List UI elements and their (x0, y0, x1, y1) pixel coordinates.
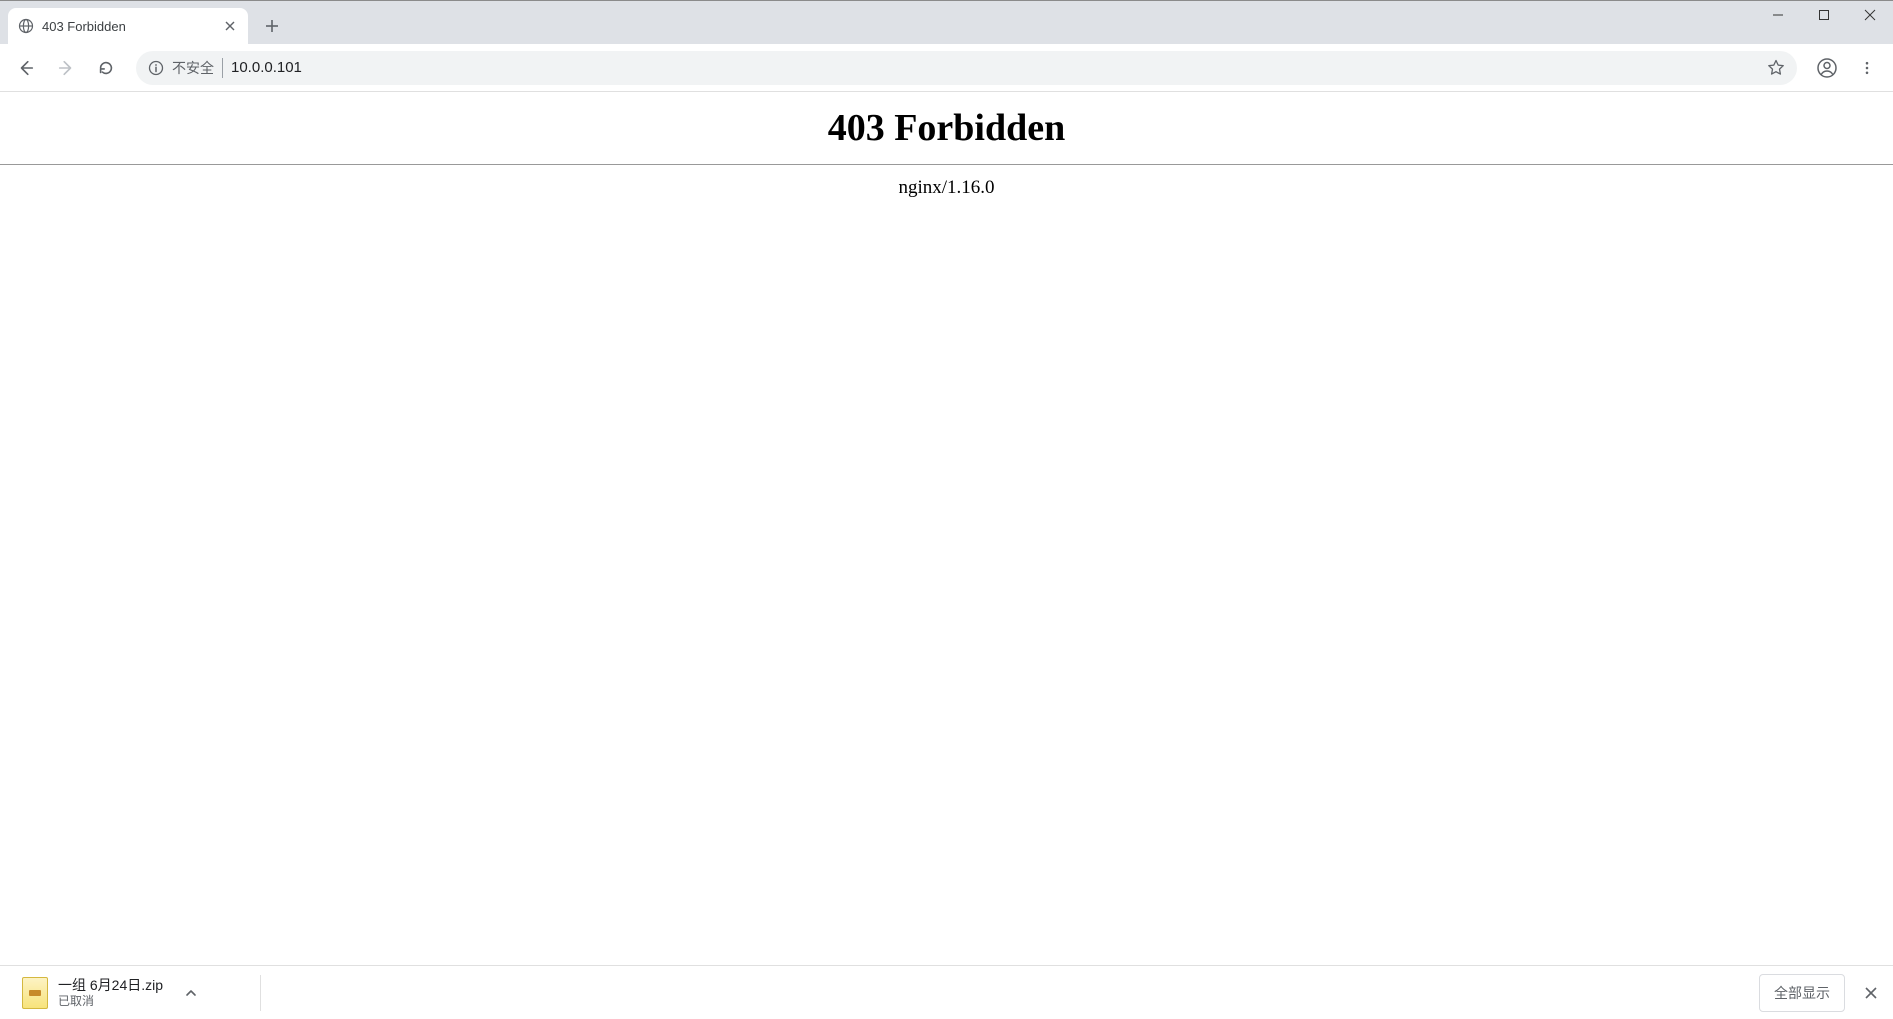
arrow-right-icon (57, 59, 75, 77)
window-close-button[interactable] (1847, 0, 1893, 30)
download-info: 一组 6月24日.zip 已取消 (58, 977, 163, 1008)
divider (0, 164, 1893, 165)
bookmark-button[interactable] (1767, 59, 1785, 77)
reload-icon (97, 59, 115, 77)
info-icon[interactable] (148, 60, 164, 76)
show-all-downloads-button[interactable]: 全部显示 (1759, 974, 1845, 1012)
window-controls (1755, 0, 1893, 30)
download-filename: 一组 6月24日.zip (58, 977, 163, 994)
tab-close-button[interactable] (222, 18, 238, 34)
browser-toolbar: 不安全 10.0.0.101 (0, 44, 1893, 92)
back-button[interactable] (8, 50, 44, 86)
address-bar[interactable]: 不安全 10.0.0.101 (136, 51, 1797, 85)
close-icon (1865, 987, 1877, 999)
kebab-menu-icon (1859, 60, 1875, 76)
person-icon (1817, 58, 1837, 78)
minimize-icon (1772, 9, 1784, 21)
security-label: 不安全 (172, 58, 223, 78)
tab-title: 403 Forbidden (42, 19, 214, 34)
url-text: 10.0.0.101 (231, 59, 302, 76)
zip-file-icon (22, 977, 48, 1009)
downloads-bar-close-button[interactable] (1853, 975, 1889, 1011)
profile-button[interactable] (1809, 50, 1845, 86)
window-maximize-button[interactable] (1801, 0, 1847, 30)
forward-button[interactable] (48, 50, 84, 86)
arrow-left-icon (17, 59, 35, 77)
window-minimize-button[interactable] (1755, 0, 1801, 30)
plus-icon (265, 19, 279, 33)
globe-icon (18, 18, 34, 34)
downloads-bar: 一组 6月24日.zip 已取消 全部显示 (0, 965, 1893, 1019)
star-icon (1767, 59, 1785, 77)
close-icon (1864, 9, 1876, 21)
browser-tab[interactable]: 403 Forbidden (8, 8, 248, 44)
page-content: 403 Forbidden nginx/1.16.0 (0, 92, 1893, 965)
tab-bar: 403 Forbidden (0, 0, 1893, 44)
reload-button[interactable] (88, 50, 124, 86)
download-menu-button[interactable] (177, 979, 205, 1007)
error-heading: 403 Forbidden (0, 106, 1893, 150)
browser-menu-button[interactable] (1849, 50, 1885, 86)
server-info: nginx/1.16.0 (0, 177, 1893, 199)
chevron-up-icon (185, 987, 197, 999)
new-tab-button[interactable] (258, 12, 286, 40)
divider (260, 975, 261, 1011)
download-item[interactable]: 一组 6月24日.zip 已取消 (12, 971, 252, 1015)
download-status: 已取消 (58, 994, 163, 1008)
maximize-icon (1818, 9, 1830, 21)
close-icon (225, 21, 235, 31)
